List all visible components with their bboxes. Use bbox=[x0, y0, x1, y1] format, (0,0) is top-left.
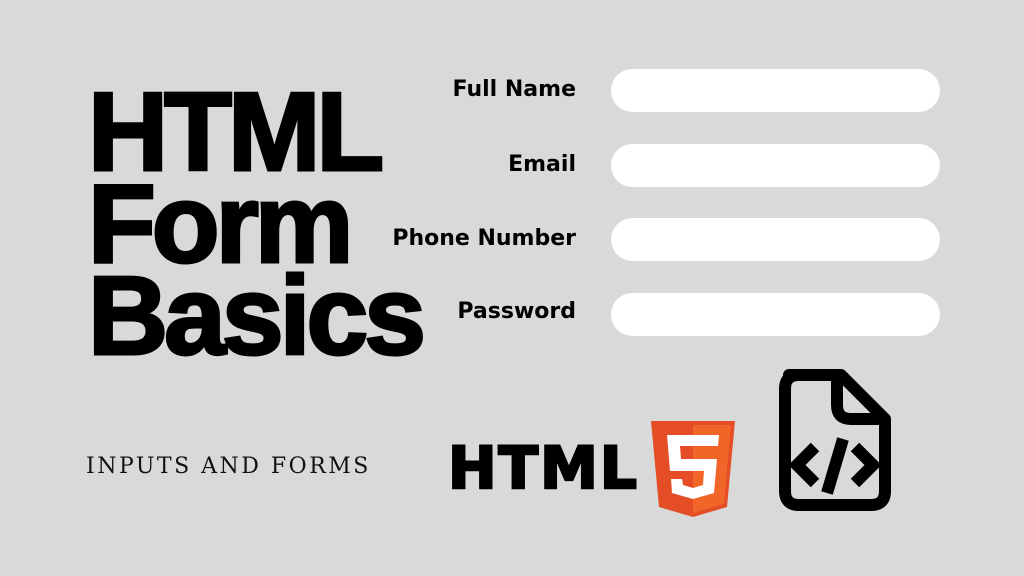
title-line-basics: Basics bbox=[87, 254, 428, 378]
file-code-icon bbox=[779, 369, 891, 511]
phone-number-field[interactable] bbox=[611, 218, 940, 261]
full-name-label: Full Name bbox=[452, 77, 576, 102]
html-logo-text: HTML bbox=[447, 434, 639, 502]
page-title: HTML Form Basics bbox=[87, 75, 428, 378]
html5-shield-icon bbox=[651, 421, 735, 517]
email-label: Email bbox=[508, 152, 576, 177]
full-name-field[interactable] bbox=[611, 69, 940, 112]
phone-number-label: Phone Number bbox=[392, 226, 576, 251]
password-label: Password bbox=[457, 299, 576, 324]
email-field[interactable] bbox=[611, 144, 940, 187]
password-field[interactable] bbox=[611, 293, 940, 336]
subtitle: INPUTS AND FORMS bbox=[86, 454, 371, 479]
